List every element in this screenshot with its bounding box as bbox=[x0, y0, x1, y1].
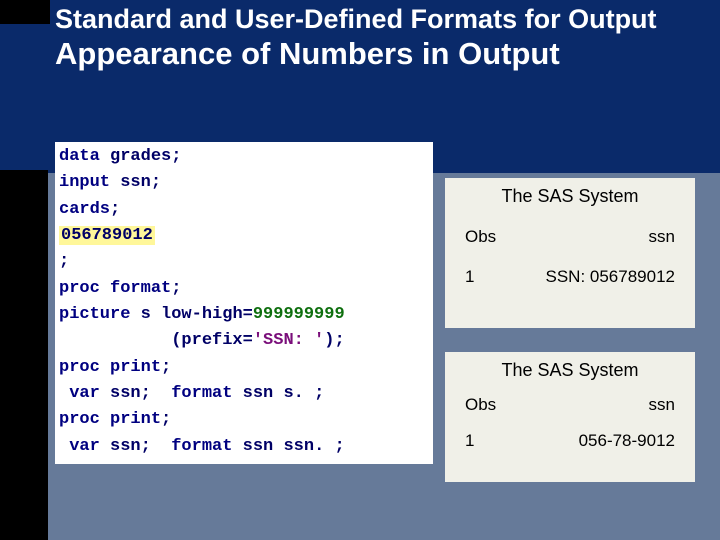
cell-ssn: 056-78-9012 bbox=[515, 431, 675, 451]
output-header-row: Obs ssn bbox=[445, 395, 695, 415]
col-ssn: ssn bbox=[515, 227, 675, 247]
code-line: proc print; bbox=[59, 355, 429, 381]
code-line: ; bbox=[59, 249, 429, 275]
output-data-row: 1 056-78-9012 bbox=[445, 431, 695, 451]
highlighted-value: 056789012 bbox=[59, 226, 155, 245]
output-title: The SAS System bbox=[445, 352, 695, 381]
code-line: (prefix='SSN: '); bbox=[59, 328, 429, 354]
code-line: picture s low-high=999999999 bbox=[59, 302, 429, 328]
corner-accent bbox=[0, 0, 50, 24]
col-ssn: ssn bbox=[515, 395, 675, 415]
slide-supertitle: Standard and User-Defined Formats for Ou… bbox=[55, 4, 700, 35]
sas-output-2: The SAS System Obs ssn 1 056-78-9012 bbox=[445, 352, 695, 482]
code-line: proc format; bbox=[59, 276, 429, 302]
col-obs: Obs bbox=[465, 395, 515, 415]
cell-obs: 1 bbox=[465, 431, 515, 451]
code-line: input ssn; bbox=[59, 170, 429, 196]
cell-obs: 1 bbox=[465, 267, 515, 287]
col-obs: Obs bbox=[465, 227, 515, 247]
code-line: proc print; bbox=[59, 407, 429, 433]
left-accent bbox=[0, 170, 48, 540]
cell-ssn: SSN: 056789012 bbox=[515, 267, 675, 287]
output-title: The SAS System bbox=[445, 178, 695, 207]
code-line: var ssn; format ssn ssn. ; bbox=[59, 434, 429, 460]
code-line: cards; bbox=[59, 197, 429, 223]
code-line: 056789012 bbox=[59, 223, 429, 249]
heading-block: Standard and User-Defined Formats for Ou… bbox=[55, 4, 700, 71]
output-header-row: Obs ssn bbox=[445, 227, 695, 247]
slide-title: Appearance of Numbers in Output bbox=[55, 37, 700, 71]
code-line: var ssn; format ssn s. ; bbox=[59, 381, 429, 407]
code-line: data grades; bbox=[59, 144, 429, 170]
slide: Standard and User-Defined Formats for Ou… bbox=[0, 0, 720, 540]
sas-code-block: data grades; input ssn; cards; 056789012… bbox=[55, 142, 433, 464]
sas-output-1: The SAS System Obs ssn 1 SSN: 056789012 bbox=[445, 178, 695, 328]
output-data-row: 1 SSN: 056789012 bbox=[445, 267, 695, 287]
